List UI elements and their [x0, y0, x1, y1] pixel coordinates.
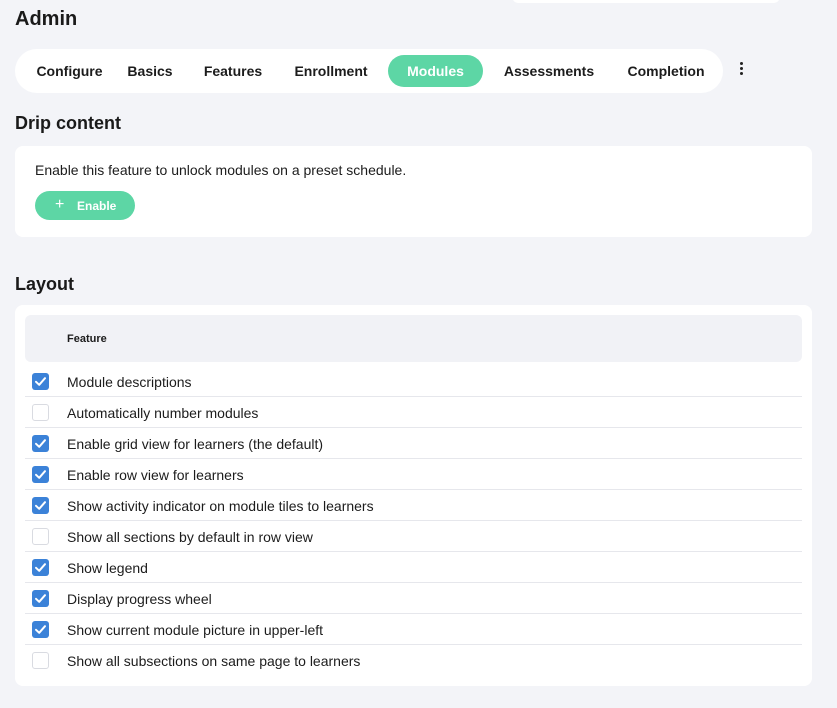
top-card-edge: [512, 0, 780, 3]
feature-label: Automatically number modules: [67, 405, 259, 421]
drip-content-card: Enable this feature to unlock modules on…: [15, 146, 812, 237]
tab-modules[interactable]: Modules: [388, 55, 483, 87]
feature-checkbox[interactable]: [32, 466, 49, 483]
feature-label: Show current module picture in upper-lef…: [67, 622, 324, 638]
tab-bar: Configure Basics Features Enrollment Mod…: [15, 49, 723, 93]
feature-column-header: Feature: [67, 333, 107, 345]
table-header: Feature: [25, 315, 802, 362]
feature-checkbox[interactable]: [32, 621, 49, 638]
layout-card: Feature Module descriptions Automaticall…: [15, 305, 812, 686]
checkmark-icon: [35, 563, 46, 572]
table-row: Show activity indicator on module tiles …: [25, 490, 802, 521]
drip-content-description: Enable this feature to unlock modules on…: [35, 162, 407, 178]
layout-heading: Layout: [15, 274, 75, 294]
table-row: Show all subsections on same page to lea…: [25, 645, 802, 676]
feature-label: Display progress wheel: [67, 591, 212, 607]
tab-basics[interactable]: Basics: [118, 55, 182, 87]
tab-completion[interactable]: Completion: [616, 55, 716, 87]
drip-content-heading: Drip content: [15, 113, 121, 133]
table-row: Enable grid view for learners (the defau…: [25, 428, 802, 459]
table-row: Automatically number modules: [25, 397, 802, 428]
feature-checkbox[interactable]: [32, 435, 49, 452]
enable-button-label: Enable: [77, 199, 117, 213]
feature-checkbox[interactable]: [32, 497, 49, 514]
table-row: Display progress wheel: [25, 583, 802, 614]
tab-enrollment[interactable]: Enrollment: [283, 55, 379, 87]
checkmark-icon: [35, 501, 46, 510]
checkmark-icon: [35, 377, 46, 386]
tab-assessments[interactable]: Assessments: [493, 55, 605, 87]
feature-label: Enable grid view for learners (the defau…: [67, 436, 324, 452]
feature-label: Show legend: [67, 560, 148, 576]
checkmark-icon: [35, 439, 46, 448]
table-row: Show legend: [25, 552, 802, 583]
tab-features[interactable]: Features: [192, 55, 274, 87]
checkmark-icon: [35, 470, 46, 479]
feature-checkbox[interactable]: [32, 652, 49, 669]
feature-label: Show all sections by default in row view: [67, 529, 313, 545]
feature-checkbox[interactable]: [32, 528, 49, 545]
feature-checkbox[interactable]: [32, 373, 49, 390]
enable-button[interactable]: + Enable: [35, 191, 135, 220]
table-row: Enable row view for learners: [25, 459, 802, 490]
more-vertical-icon[interactable]: [735, 60, 749, 78]
feature-checkbox[interactable]: [32, 404, 49, 421]
tab-configure[interactable]: Configure: [21, 55, 118, 87]
feature-label: Show all subsections on same page to lea…: [67, 653, 361, 669]
plus-icon: +: [55, 196, 65, 213]
feature-label: Module descriptions: [67, 374, 192, 390]
table-row: Show all sections by default in row view: [25, 521, 802, 552]
checkmark-icon: [35, 594, 46, 603]
page-title: Admin: [15, 8, 78, 30]
table-row: Show current module picture in upper-lef…: [25, 614, 802, 645]
feature-checkbox[interactable]: [32, 559, 49, 576]
checkmark-icon: [35, 625, 46, 634]
feature-checkbox[interactable]: [32, 590, 49, 607]
table-row: Module descriptions: [25, 366, 802, 397]
feature-label: Show activity indicator on module tiles …: [67, 498, 374, 514]
feature-label: Enable row view for learners: [67, 467, 244, 483]
